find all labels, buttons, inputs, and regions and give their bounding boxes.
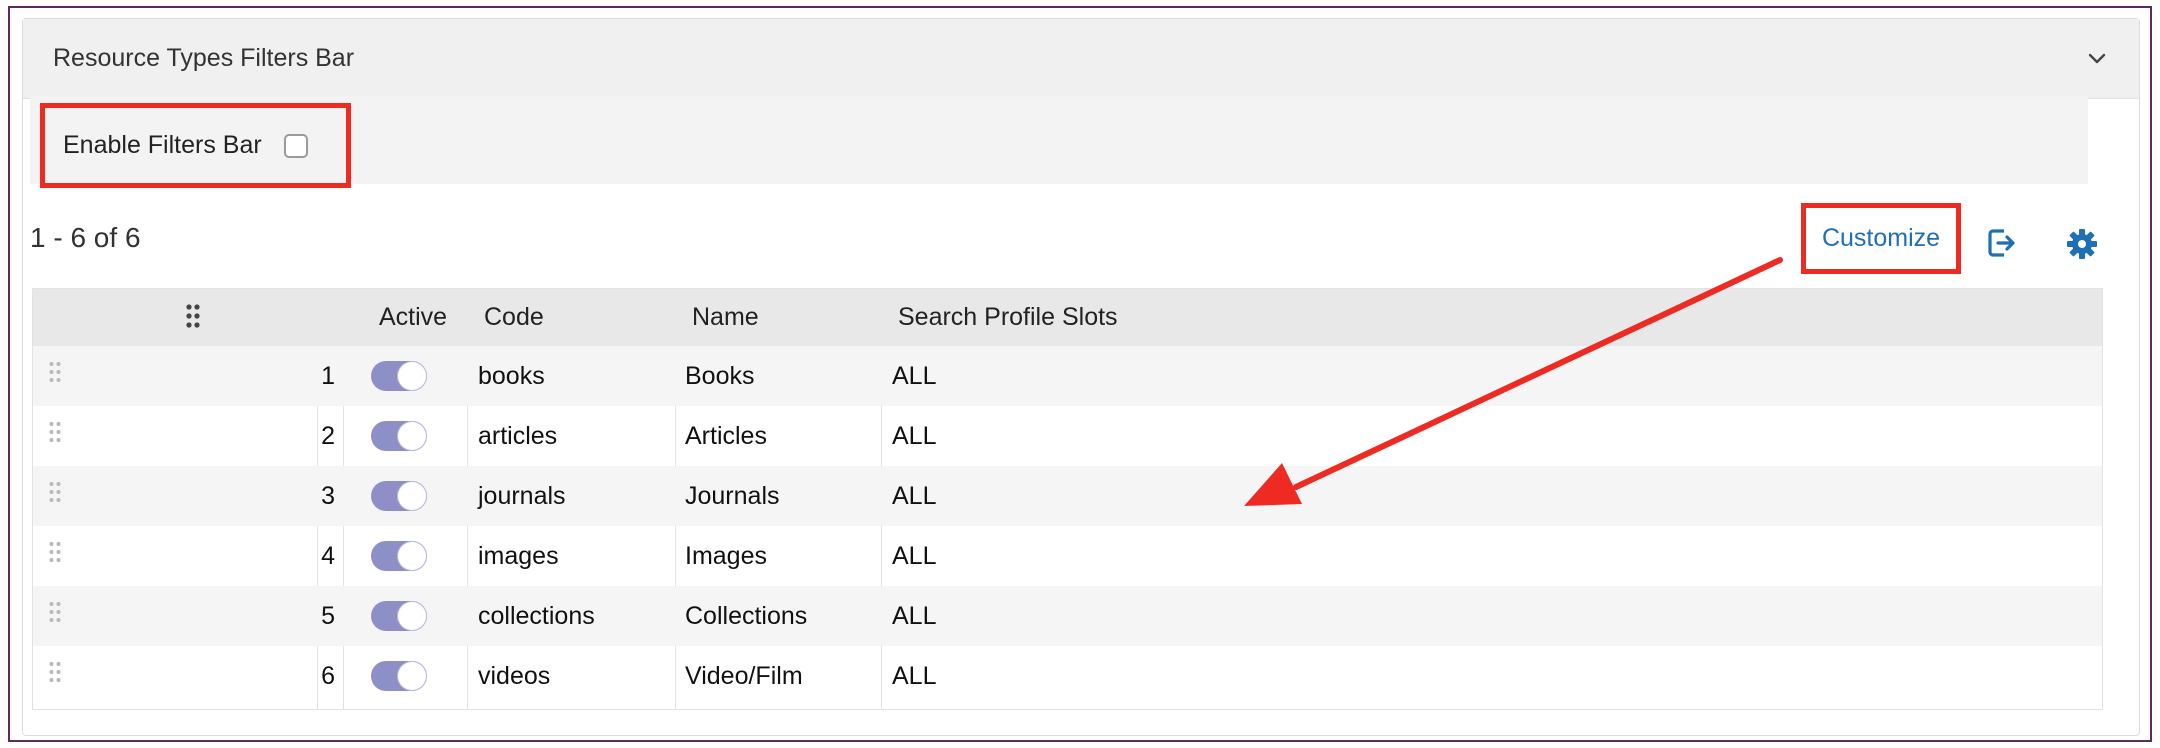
toggle-knob xyxy=(398,602,426,630)
row-number: 6 xyxy=(321,662,335,690)
row-number: 3 xyxy=(321,482,335,510)
customize-highlight: Customize xyxy=(1801,203,1961,274)
drag-handle-icon[interactable] xyxy=(48,420,62,449)
result-count: 1 - 6 of 6 xyxy=(30,222,141,253)
drag-handle-icon[interactable] xyxy=(48,360,62,389)
row-number: 1 xyxy=(321,362,335,390)
table-row[interactable]: 2 articles Articles ALL xyxy=(33,406,2102,466)
code-cell: journals xyxy=(478,482,566,510)
slots-cell: ALL xyxy=(892,602,937,630)
table-row[interactable]: 4 images Images ALL xyxy=(33,526,2102,586)
active-toggle[interactable] xyxy=(371,421,427,451)
drag-handle-icon[interactable] xyxy=(48,600,62,629)
code-cell: collections xyxy=(478,602,595,630)
code-cell: videos xyxy=(478,662,551,690)
table-header: Active Code Name Search Profile Slots xyxy=(33,289,2102,346)
column-header-active[interactable]: Active xyxy=(379,303,447,332)
panel-title: Resource Types Filters Bar xyxy=(53,44,355,72)
slots-cell: ALL xyxy=(892,662,937,690)
active-toggle[interactable] xyxy=(371,361,427,391)
code-cell: articles xyxy=(478,422,558,450)
table-row[interactable]: 3 journals Journals ALL xyxy=(33,466,2102,526)
name-cell: Collections xyxy=(685,602,808,630)
active-toggle[interactable] xyxy=(371,661,427,691)
drag-handle-icon[interactable] xyxy=(48,540,62,569)
gear-icon[interactable] xyxy=(2066,228,2098,260)
enable-filters-checkbox[interactable] xyxy=(283,133,308,158)
name-cell: Journals xyxy=(685,482,780,510)
name-cell: Images xyxy=(685,542,767,570)
column-header-name[interactable]: Name xyxy=(692,303,759,332)
table-row[interactable]: 5 collections Collections ALL xyxy=(33,586,2102,646)
column-drag-handle-icon[interactable] xyxy=(185,303,201,334)
name-cell: Video/Film xyxy=(685,662,803,690)
slots-cell: ALL xyxy=(892,542,937,570)
active-toggle[interactable] xyxy=(371,481,427,511)
row-number: 2 xyxy=(321,422,335,450)
name-cell: Books xyxy=(685,362,755,390)
active-toggle[interactable] xyxy=(371,541,427,571)
slots-cell: ALL xyxy=(892,482,937,510)
column-header-code[interactable]: Code xyxy=(484,303,544,332)
toggle-knob xyxy=(398,482,426,510)
column-header-search-profile-slots[interactable]: Search Profile Slots xyxy=(898,303,1118,332)
toggle-knob xyxy=(398,542,426,570)
table-row[interactable]: 1 books Books ALL xyxy=(33,346,2102,406)
slots-cell: ALL xyxy=(892,362,937,390)
toggle-knob xyxy=(398,662,426,690)
toggle-knob xyxy=(398,422,426,450)
enable-filters-label: Enable Filters Bar xyxy=(63,131,262,159)
slots-cell: ALL xyxy=(892,422,937,450)
code-cell: books xyxy=(478,362,545,390)
row-number: 4 xyxy=(321,542,335,570)
active-toggle[interactable] xyxy=(371,601,427,631)
toggle-knob xyxy=(398,362,426,390)
export-icon[interactable] xyxy=(1984,226,2018,260)
code-cell: images xyxy=(478,542,559,570)
drag-handle-icon[interactable] xyxy=(48,480,62,509)
drag-handle-icon[interactable] xyxy=(48,660,62,689)
row-number: 5 xyxy=(321,602,335,630)
resource-types-table: Active Code Name Search Profile Slots 1 b… xyxy=(32,288,2103,710)
customize-button[interactable]: Customize xyxy=(1822,224,1940,253)
chevron-down-icon[interactable] xyxy=(2083,45,2111,73)
name-cell: Articles xyxy=(685,422,767,450)
panel-header[interactable]: Resource Types Filters Bar xyxy=(23,19,2139,99)
enable-filters-highlight: Enable Filters Bar xyxy=(40,103,351,188)
table-row[interactable]: 6 videos Video/Film ALL xyxy=(33,646,2102,706)
